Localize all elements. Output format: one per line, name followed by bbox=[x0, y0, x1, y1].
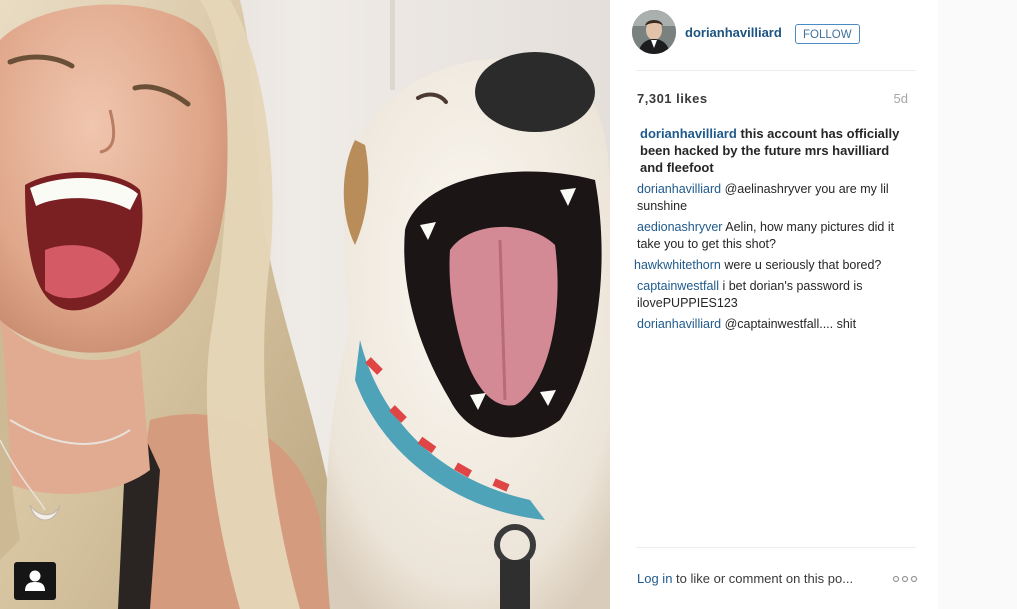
post-header: dorianhavilliard FOLLOW bbox=[610, 0, 938, 70]
comment-text: were u seriously that bored? bbox=[724, 258, 882, 272]
login-link[interactable]: Log in bbox=[637, 571, 672, 586]
comment-username[interactable]: captainwestfall bbox=[637, 279, 719, 293]
ellipsis-icon[interactable] bbox=[892, 572, 918, 587]
post-page: dorianhavilliard FOLLOW 7,301 likes 5d d… bbox=[0, 0, 1017, 609]
avatar-image bbox=[632, 10, 676, 54]
comment-list: dorianhavilliard this account has offici… bbox=[634, 125, 907, 337]
follow-button[interactable]: FOLLOW bbox=[795, 24, 860, 44]
user-tag-button[interactable] bbox=[14, 562, 56, 600]
post-author-username[interactable]: dorianhavilliard bbox=[685, 25, 782, 40]
comment-username[interactable]: dorianhavilliard bbox=[637, 317, 721, 331]
footer-divider bbox=[636, 547, 916, 548]
comment-username[interactable]: dorianhavilliard bbox=[637, 182, 721, 196]
avatar[interactable] bbox=[632, 10, 676, 54]
photo-illustration bbox=[0, 0, 610, 609]
header-divider bbox=[636, 70, 916, 71]
comment-item: dorianhavilliard @captainwestfall.... sh… bbox=[637, 316, 907, 333]
comment-item: aedionashryver Aelin, how many pictures … bbox=[637, 219, 907, 253]
post-photo[interactable] bbox=[0, 0, 610, 609]
post-caption: dorianhavilliard this account has offici… bbox=[637, 125, 907, 176]
page-gutter bbox=[938, 0, 1017, 609]
caption-username[interactable]: dorianhavilliard bbox=[640, 126, 737, 141]
comment-text: @captainwestfall.... shit bbox=[724, 317, 857, 331]
person-icon bbox=[25, 570, 45, 591]
post-timestamp[interactable]: 5d bbox=[894, 91, 908, 106]
comment-username[interactable]: aedionashryver bbox=[637, 220, 722, 234]
comment-item: hawkwhitethorn were u seriously that bor… bbox=[634, 257, 907, 274]
login-prompt-text: to like or comment on this po... bbox=[676, 571, 854, 586]
likes-count[interactable]: 7,301 likes bbox=[637, 91, 708, 106]
comment-username[interactable]: hawkwhitethorn bbox=[634, 258, 721, 272]
post-side-panel: dorianhavilliard FOLLOW 7,301 likes 5d d… bbox=[610, 0, 938, 609]
comment-item: captainwestfall i bet dorian's password … bbox=[637, 278, 907, 312]
login-prompt: Log in to like or comment on this po... bbox=[637, 571, 917, 586]
comment-item: dorianhavilliard @aelinashryver you are … bbox=[637, 181, 907, 215]
